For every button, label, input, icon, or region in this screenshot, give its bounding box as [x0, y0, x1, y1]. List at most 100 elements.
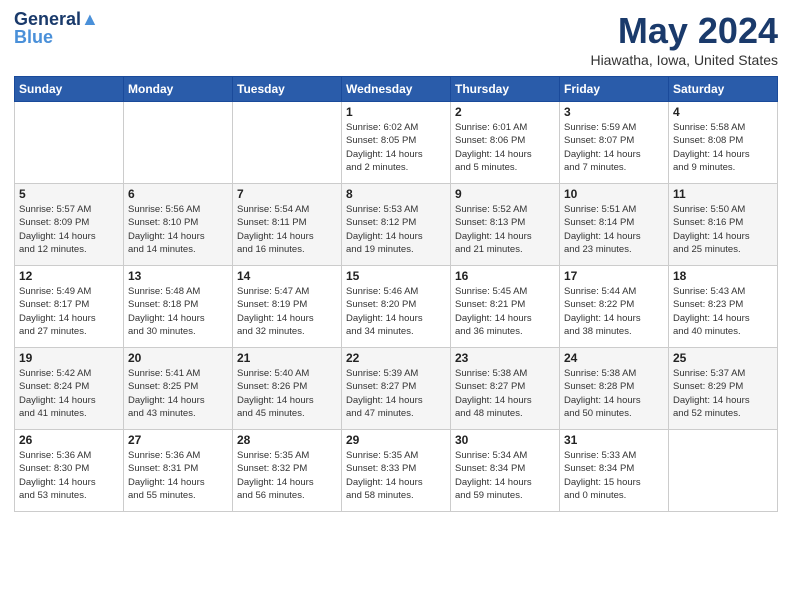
calendar-table: SundayMondayTuesdayWednesdayThursdayFrid… [14, 76, 778, 512]
day-info: Sunrise: 5:54 AM Sunset: 8:11 PM Dayligh… [237, 203, 337, 256]
day-number: 20 [128, 351, 228, 365]
calendar-cell: 12 Sunrise: 5:49 AM Sunset: 8:17 PM Dayli… [15, 266, 124, 348]
calendar-cell: 3Sunrise: 5:59 AM Sunset: 8:07 PM Daylig… [560, 102, 669, 184]
page-header: General▲ Blue May 2024 Hiawatha, Iowa, U… [14, 10, 778, 68]
day-number: 14 [237, 269, 337, 283]
day-info: Sunrise: 5:58 AM Sunset: 8:08 PM Dayligh… [673, 121, 773, 174]
calendar-week-3: 12 Sunrise: 5:49 AM Sunset: 8:17 PM Dayli… [15, 266, 778, 348]
day-info: Sunrise: 5:50 AM Sunset: 8:16 PM Dayligh… [673, 203, 773, 256]
calendar-cell: 21 Sunrise: 5:40 AM Sunset: 8:26 PM Dayli… [233, 348, 342, 430]
day-number: 9 [455, 187, 555, 201]
day-number: 17 [564, 269, 664, 283]
calendar-cell [124, 102, 233, 184]
day-number: 22 [346, 351, 446, 365]
calendar-header-sunday: Sunday [15, 77, 124, 102]
day-number: 3 [564, 105, 664, 119]
calendar-cell: 13Sunrise: 5:48 AM Sunset: 8:18 PM Dayli… [124, 266, 233, 348]
title-area: May 2024 Hiawatha, Iowa, United States [590, 10, 778, 68]
day-number: 19 [19, 351, 119, 365]
day-info: Sunrise: 5:40 AM Sunset: 8:26 PM Dayligh… [237, 367, 337, 420]
day-info: Sunrise: 5:56 AM Sunset: 8:10 PM Dayligh… [128, 203, 228, 256]
calendar-week-1: 1 Sunrise: 6:02 AM Sunset: 8:05 PM Daylig… [15, 102, 778, 184]
calendar-cell: 30Sunrise: 5:34 AM Sunset: 8:34 PM Dayli… [451, 430, 560, 512]
calendar-cell: 19 Sunrise: 5:42 AM Sunset: 8:24 PM Dayli… [15, 348, 124, 430]
calendar-week-2: 5Sunrise: 5:57 AM Sunset: 8:09 PM Daylig… [15, 184, 778, 266]
calendar-header-saturday: Saturday [669, 77, 778, 102]
day-number: 24 [564, 351, 664, 365]
calendar-page: General▲ Blue May 2024 Hiawatha, Iowa, U… [0, 0, 792, 612]
day-info: Sunrise: 5:34 AM Sunset: 8:34 PM Dayligh… [455, 449, 555, 502]
calendar-cell: 26 Sunrise: 5:36 AM Sunset: 8:30 PM Dayli… [15, 430, 124, 512]
day-number: 31 [564, 433, 664, 447]
day-info: Sunrise: 5:45 AM Sunset: 8:21 PM Dayligh… [455, 285, 555, 338]
day-info: Sunrise: 5:37 AM Sunset: 8:29 PM Dayligh… [673, 367, 773, 420]
calendar-cell: 8Sunrise: 5:53 AM Sunset: 8:12 PM Daylig… [342, 184, 451, 266]
day-number: 16 [455, 269, 555, 283]
day-info: Sunrise: 5:57 AM Sunset: 8:09 PM Dayligh… [19, 203, 119, 256]
calendar-cell: 5Sunrise: 5:57 AM Sunset: 8:09 PM Daylig… [15, 184, 124, 266]
calendar-body: 1 Sunrise: 6:02 AM Sunset: 8:05 PM Daylig… [15, 102, 778, 512]
logo: General▲ Blue [14, 10, 99, 48]
day-info: Sunrise: 5:41 AM Sunset: 8:25 PM Dayligh… [128, 367, 228, 420]
calendar-cell: 11 Sunrise: 5:50 AM Sunset: 8:16 PM Dayli… [669, 184, 778, 266]
day-info: Sunrise: 5:49 AM Sunset: 8:17 PM Dayligh… [19, 285, 119, 338]
month-title: May 2024 [590, 10, 778, 52]
calendar-cell: 6Sunrise: 5:56 AM Sunset: 8:10 PM Daylig… [124, 184, 233, 266]
day-number: 26 [19, 433, 119, 447]
day-info: Sunrise: 5:51 AM Sunset: 8:14 PM Dayligh… [564, 203, 664, 256]
calendar-cell: 17 Sunrise: 5:44 AM Sunset: 8:22 PM Dayli… [560, 266, 669, 348]
day-number: 1 [346, 105, 446, 119]
calendar-cell: 20 Sunrise: 5:41 AM Sunset: 8:25 PM Dayli… [124, 348, 233, 430]
location: Hiawatha, Iowa, United States [590, 52, 778, 68]
day-info: Sunrise: 5:48 AM Sunset: 8:18 PM Dayligh… [128, 285, 228, 338]
day-info: Sunrise: 5:36 AM Sunset: 8:30 PM Dayligh… [19, 449, 119, 502]
day-number: 28 [237, 433, 337, 447]
day-info: Sunrise: 5:47 AM Sunset: 8:19 PM Dayligh… [237, 285, 337, 338]
calendar-cell [669, 430, 778, 512]
calendar-header-thursday: Thursday [451, 77, 560, 102]
day-number: 18 [673, 269, 773, 283]
calendar-cell: 7 Sunrise: 5:54 AM Sunset: 8:11 PM Daylig… [233, 184, 342, 266]
day-number: 23 [455, 351, 555, 365]
calendar-cell: 10Sunrise: 5:51 AM Sunset: 8:14 PM Dayli… [560, 184, 669, 266]
calendar-cell: 18 Sunrise: 5:43 AM Sunset: 8:23 PM Dayli… [669, 266, 778, 348]
calendar-cell: 24 Sunrise: 5:38 AM Sunset: 8:28 PM Dayli… [560, 348, 669, 430]
calendar-header-row: SundayMondayTuesdayWednesdayThursdayFrid… [15, 77, 778, 102]
day-info: Sunrise: 5:35 AM Sunset: 8:33 PM Dayligh… [346, 449, 446, 502]
calendar-cell: 23 Sunrise: 5:38 AM Sunset: 8:27 PM Dayli… [451, 348, 560, 430]
day-number: 25 [673, 351, 773, 365]
day-info: Sunrise: 5:38 AM Sunset: 8:28 PM Dayligh… [564, 367, 664, 420]
day-number: 15 [346, 269, 446, 283]
day-info: Sunrise: 5:44 AM Sunset: 8:22 PM Dayligh… [564, 285, 664, 338]
calendar-cell: 2Sunrise: 6:01 AM Sunset: 8:06 PM Daylig… [451, 102, 560, 184]
calendar-cell [233, 102, 342, 184]
day-number: 21 [237, 351, 337, 365]
calendar-week-5: 26 Sunrise: 5:36 AM Sunset: 8:30 PM Dayli… [15, 430, 778, 512]
calendar-cell: 28 Sunrise: 5:35 AM Sunset: 8:32 PM Dayli… [233, 430, 342, 512]
day-number: 7 [237, 187, 337, 201]
calendar-cell: 1 Sunrise: 6:02 AM Sunset: 8:05 PM Daylig… [342, 102, 451, 184]
day-info: Sunrise: 5:36 AM Sunset: 8:31 PM Dayligh… [128, 449, 228, 502]
calendar-cell: 16 Sunrise: 5:45 AM Sunset: 8:21 PM Dayli… [451, 266, 560, 348]
calendar-cell: 9 Sunrise: 5:52 AM Sunset: 8:13 PM Daylig… [451, 184, 560, 266]
day-info: Sunrise: 5:52 AM Sunset: 8:13 PM Dayligh… [455, 203, 555, 256]
day-number: 29 [346, 433, 446, 447]
day-number: 4 [673, 105, 773, 119]
calendar-header-monday: Monday [124, 77, 233, 102]
day-number: 27 [128, 433, 228, 447]
calendar-cell: 15Sunrise: 5:46 AM Sunset: 8:20 PM Dayli… [342, 266, 451, 348]
day-info: Sunrise: 5:38 AM Sunset: 8:27 PM Dayligh… [455, 367, 555, 420]
day-info: Sunrise: 5:42 AM Sunset: 8:24 PM Dayligh… [19, 367, 119, 420]
day-info: Sunrise: 6:01 AM Sunset: 8:06 PM Dayligh… [455, 121, 555, 174]
day-info: Sunrise: 5:43 AM Sunset: 8:23 PM Dayligh… [673, 285, 773, 338]
calendar-cell: 29 Sunrise: 5:35 AM Sunset: 8:33 PM Dayli… [342, 430, 451, 512]
day-info: Sunrise: 6:02 AM Sunset: 8:05 PM Dayligh… [346, 121, 446, 174]
day-number: 12 [19, 269, 119, 283]
calendar-cell: 31Sunrise: 5:33 AM Sunset: 8:34 PM Dayli… [560, 430, 669, 512]
day-info: Sunrise: 5:35 AM Sunset: 8:32 PM Dayligh… [237, 449, 337, 502]
day-info: Sunrise: 5:39 AM Sunset: 8:27 PM Dayligh… [346, 367, 446, 420]
calendar-cell [15, 102, 124, 184]
calendar-cell: 22 Sunrise: 5:39 AM Sunset: 8:27 PM Dayli… [342, 348, 451, 430]
logo-subtext: Blue [14, 28, 53, 48]
day-number: 11 [673, 187, 773, 201]
